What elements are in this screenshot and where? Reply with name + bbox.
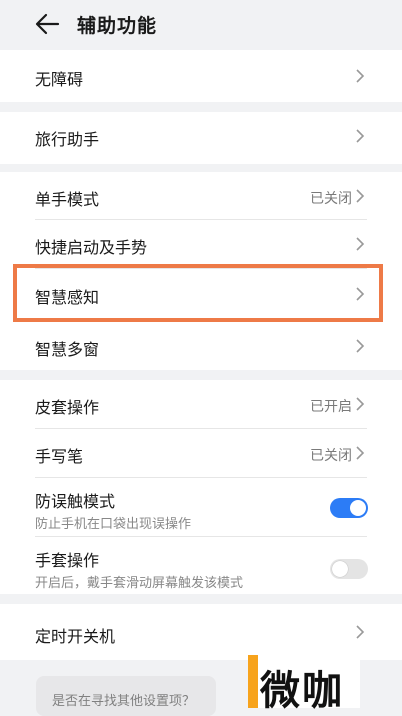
setting-row-travel-assistant[interactable]: 旅行助手 — [0, 112, 402, 164]
search-hint-text: 是否在寻找其他设置项？ — [52, 694, 196, 709]
watermark-logo: 微咖 — [248, 655, 360, 714]
setting-description: 防止手机在口袋出现误操作 — [35, 517, 192, 532]
setting-row-smart-multi-window[interactable]: 智慧多窗 — [0, 322, 402, 370]
highlight-frame — [13, 264, 383, 322]
watermark-text: 微咖 — [260, 668, 344, 714]
settings-group-timer: 定时开关机 — [0, 604, 402, 660]
settings-group-accessories: 皮套操作 已开启 手写笔 已关闭 防误触模式 防止手机在口袋出现误操作 手套操作… — [0, 380, 402, 594]
settings-group-travel: 旅行助手 — [0, 112, 402, 164]
setting-label: 防误触模式 — [35, 492, 116, 511]
chevron-right-icon — [356, 339, 365, 353]
setting-value: 已关闭 — [310, 448, 352, 464]
toggle-knob — [350, 500, 366, 516]
toggle-knob — [332, 561, 348, 577]
glove-mode-toggle[interactable] — [330, 559, 368, 579]
app-header: 辅助功能 — [0, 0, 402, 50]
setting-row-cover-operation[interactable]: 皮套操作 已开启 — [0, 380, 402, 428]
setting-value: 已关闭 — [310, 191, 352, 207]
page-title: 辅助功能 — [77, 15, 158, 37]
setting-row-accessibility[interactable]: 无障碍 — [0, 50, 402, 102]
chevron-right-icon — [356, 625, 365, 639]
chevron-right-icon — [356, 446, 365, 460]
mistouch-toggle[interactable] — [330, 498, 368, 518]
setting-label: 定时开关机 — [35, 627, 116, 646]
setting-row-glove-mode: 手套操作 开启后，戴手套滑动屏幕触发该模式 — [0, 537, 402, 594]
setting-row-shortcut-gestures[interactable]: 快捷启动及手势 — [0, 220, 402, 268]
chevron-right-icon — [356, 69, 365, 83]
setting-value: 已开启 — [310, 399, 352, 415]
setting-label: 快捷启动及手势 — [35, 238, 148, 257]
setting-label: 旅行助手 — [35, 130, 100, 149]
setting-label: 皮套操作 — [35, 398, 100, 417]
search-other-settings-box[interactable]: 是否在寻找其他设置项？ — [36, 676, 216, 716]
setting-label: 智慧多窗 — [35, 340, 100, 359]
chevron-right-icon — [356, 129, 365, 143]
setting-row-scheduled-power[interactable]: 定时开关机 — [0, 604, 402, 660]
setting-row-stylus[interactable]: 手写笔 已关闭 — [0, 429, 402, 477]
setting-row-mistouch-mode: 防误触模式 防止手机在口袋出现误操作 — [0, 478, 402, 536]
settings-group-accessibility: 无障碍 — [0, 50, 402, 102]
setting-label: 手写笔 — [35, 447, 84, 466]
setting-description: 开启后，戴手套滑动屏幕触发该模式 — [35, 576, 244, 591]
back-arrow-icon[interactable] — [34, 11, 60, 37]
setting-label: 无障碍 — [35, 70, 84, 89]
setting-label: 手套操作 — [35, 551, 100, 570]
setting-label: 单手模式 — [35, 190, 100, 209]
chevron-right-icon — [356, 237, 365, 251]
setting-row-one-hand-mode[interactable]: 单手模式 已关闭 — [0, 172, 402, 220]
chevron-right-icon — [356, 189, 365, 203]
chevron-right-icon — [356, 397, 365, 411]
watermark-accent-bar — [248, 655, 258, 708]
